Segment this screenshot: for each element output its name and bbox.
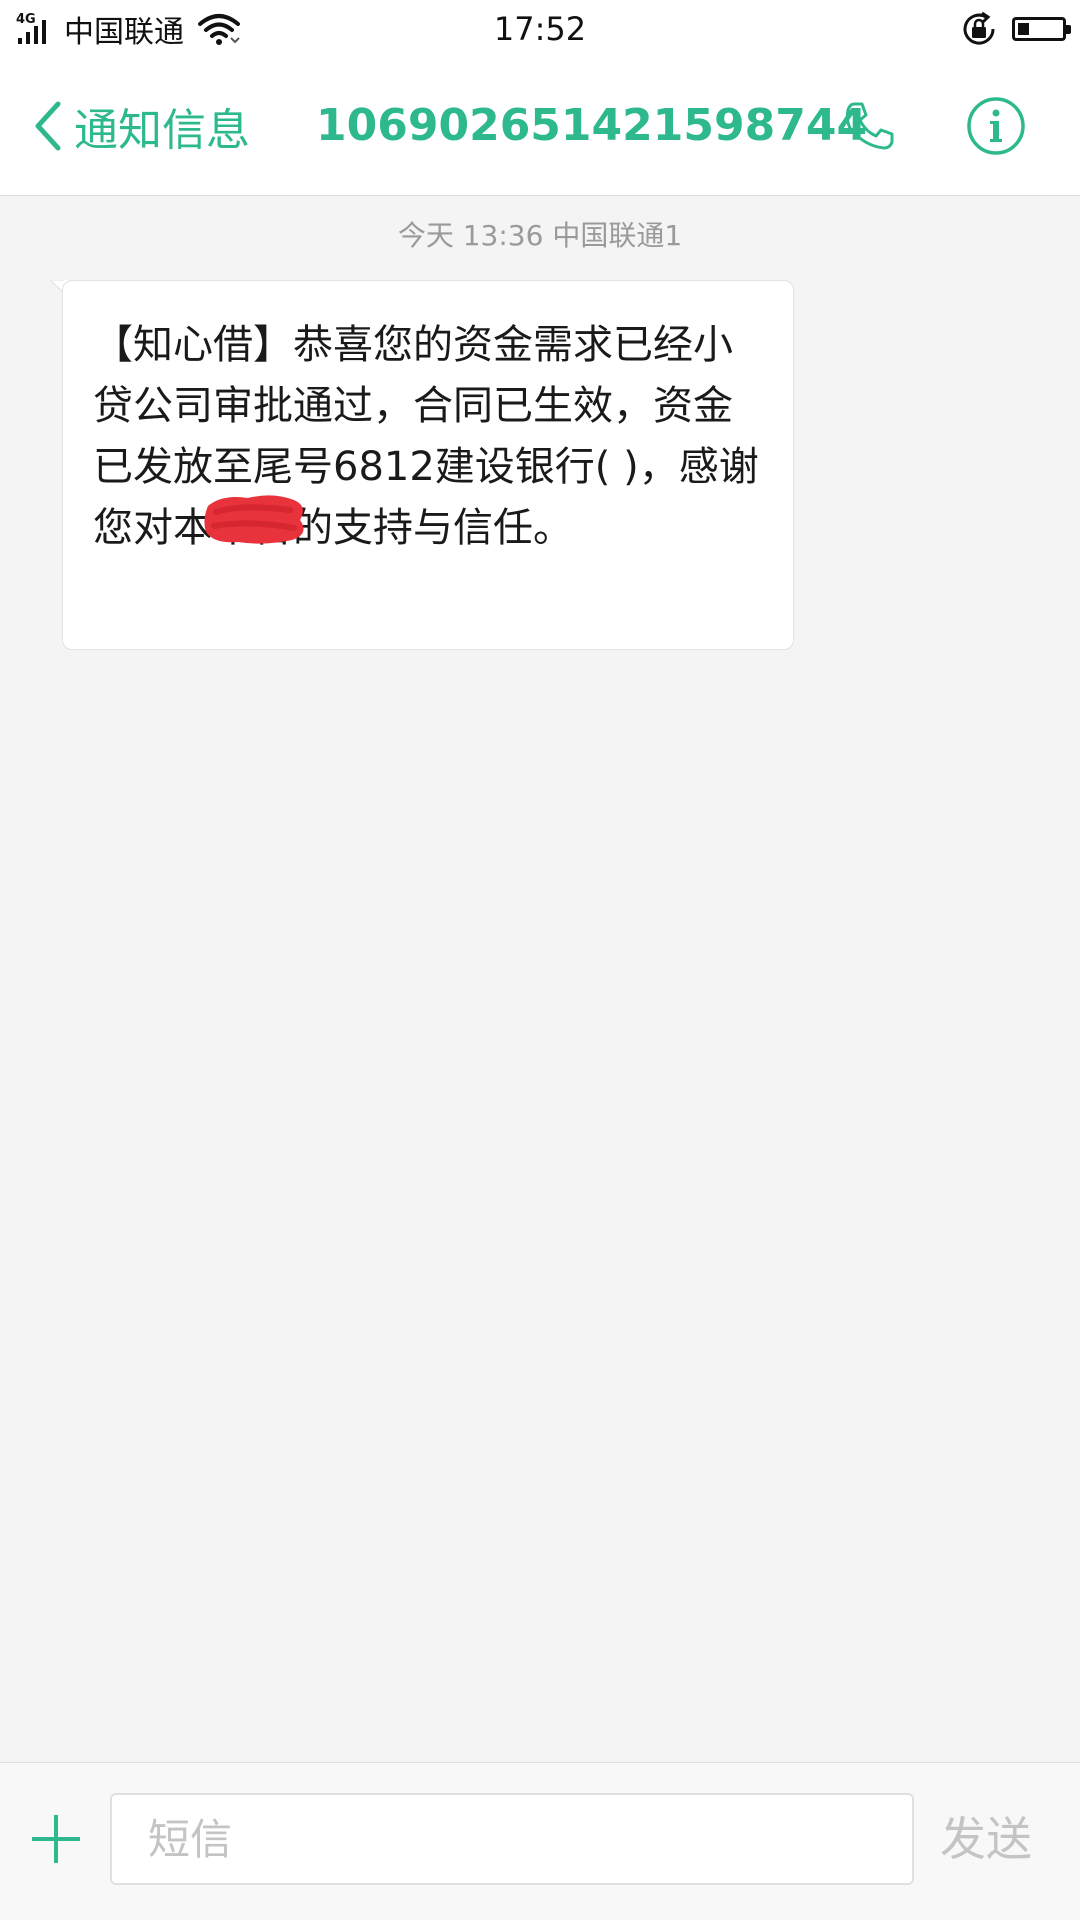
status-time: 17:52	[493, 10, 587, 48]
back-label: 通知信息	[74, 105, 250, 156]
chevron-left-icon	[35, 101, 61, 151]
info-icon[interactable]	[966, 96, 1026, 156]
back-button[interactable]: 通知信息	[32, 96, 250, 156]
status-bar: 4G 中国联通 17:52	[0, 0, 1080, 58]
message-timestamp: 今天 13:36 中国联通1	[397, 219, 683, 252]
message-text: 【知心借】恭喜您的资金需求已经小贷公司审批通过，合同已生效，资金已发放至尾号68…	[93, 322, 759, 551]
sender-number: 10690265142159874​4	[316, 100, 868, 151]
message-input[interactable]	[110, 1793, 914, 1885]
rotation-lock-icon	[963, 11, 995, 45]
plus-icon[interactable]	[30, 1813, 82, 1865]
composer-bar: 发送	[0, 1762, 1080, 1920]
conversation-header: 通知信息 10690265142159874​4	[0, 58, 1080, 196]
message-bubble[interactable]: 【知心借】恭喜您的资金需求已经小贷公司审批通过，合同已生效，资金已发放至尾号68…	[62, 280, 794, 650]
battery-icon	[1012, 17, 1071, 41]
send-button[interactable]: 发送	[940, 1807, 1032, 1871]
battery-level	[1018, 23, 1029, 35]
redaction-mark	[204, 495, 304, 544]
sms-conversation-screen: 4G 中国联通 17:52	[0, 0, 1080, 1920]
status-right	[960, 9, 1071, 49]
phone-icon[interactable]	[842, 98, 898, 154]
